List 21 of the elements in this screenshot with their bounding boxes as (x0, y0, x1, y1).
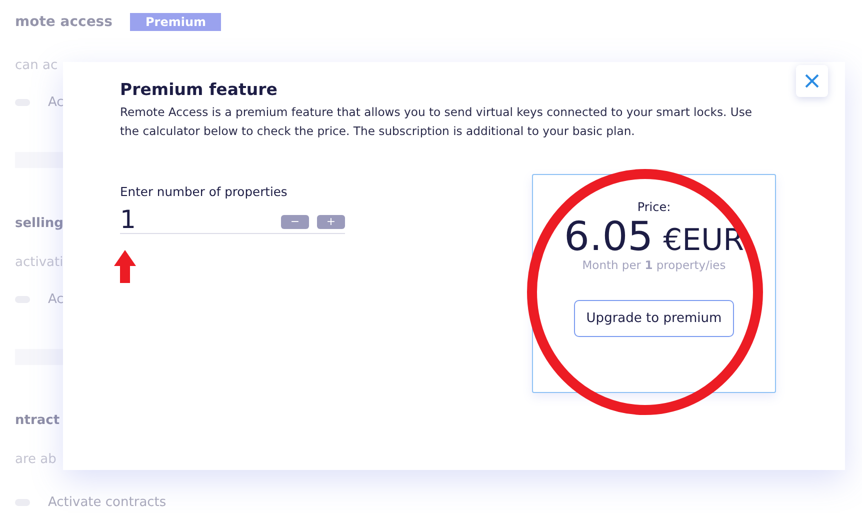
price-note: Month per 1 property/ies (582, 258, 726, 272)
toggle-label: Ac (48, 292, 64, 307)
close-button[interactable] (796, 65, 828, 97)
toggle-label: Ac (48, 95, 64, 110)
price-amount: 6.05 (564, 214, 654, 260)
premium-badge: Premium (130, 13, 221, 31)
section-title: mote access (15, 14, 112, 30)
modal-title: Premium feature (120, 80, 278, 99)
section-text: are ab (15, 452, 56, 467)
field-label: Enter number of properties (120, 185, 288, 199)
toggle-label: Activate contracts (48, 495, 166, 510)
upgrade-button[interactable]: Upgrade to premium (574, 300, 734, 337)
arrow-annotation (114, 250, 136, 283)
section-text: activati (15, 255, 64, 270)
section-heading: selling (15, 216, 64, 231)
section-heading: ntract (15, 413, 60, 428)
price-label: Price: (637, 200, 671, 214)
close-icon (805, 74, 819, 88)
currency-label: €EUR (663, 223, 744, 258)
description-text: Remote Access is a premium feature that allows you to send virtual keys connected to your smart locks. Use the calculator below to check the price. The subscription is additional to your basic plan. (120, 104, 754, 140)
section-text: can ac (15, 58, 58, 73)
